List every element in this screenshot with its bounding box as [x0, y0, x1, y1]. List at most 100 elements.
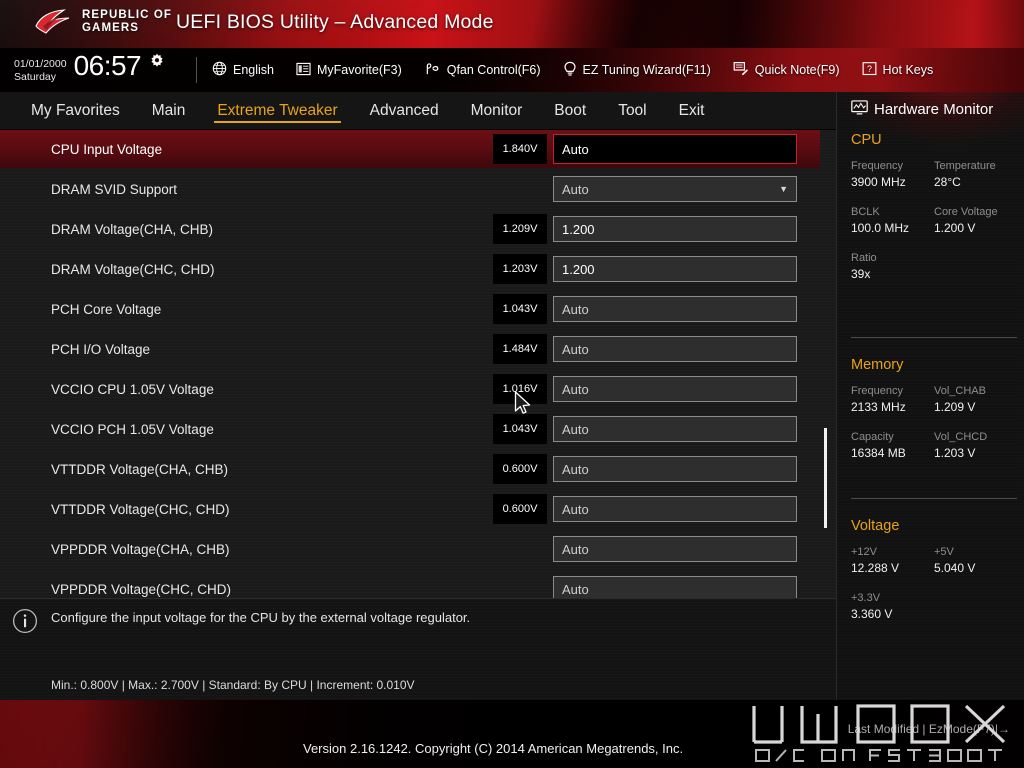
setting-value: Auto — [562, 301, 589, 317]
setting-input[interactable]: Auto — [553, 134, 797, 164]
help-description: Configure the input voltage for the CPU … — [51, 610, 471, 625]
toolbar-item-language[interactable]: English — [210, 58, 276, 82]
setting-row[interactable]: PCH Core Voltage 1.043V Auto — [0, 290, 820, 328]
setting-row[interactable]: PCH I/O Voltage 1.484V Auto — [0, 330, 820, 368]
hw-metric: Vol_CHAB 1.209 V — [934, 384, 1017, 416]
nav-tab-my-favorites[interactable]: My Favorites — [28, 100, 123, 123]
setting-label: VCCIO PCH 1.05V Voltage — [51, 421, 214, 437]
hw-metric-label: Core Voltage — [934, 206, 998, 218]
setting-row[interactable]: DRAM SVID Support Auto ▼ — [0, 170, 820, 208]
bios-screen: REPUBLIC OF GAMERS UEFI BIOS Utility – A… — [0, 0, 1024, 768]
monitor-icon — [851, 100, 868, 119]
help-range: Min.: 0.800V | Max.: 2.700V | Standard: … — [51, 678, 415, 692]
setting-input[interactable]: Auto — [553, 296, 797, 322]
nav-tab-main[interactable]: Main — [149, 100, 189, 123]
hw-metric: Temperature 28°C — [934, 159, 1017, 191]
setting-label: DRAM SVID Support — [51, 181, 178, 197]
nav-tab-boot[interactable]: Boot — [551, 100, 589, 123]
setting-input[interactable]: Auto — [553, 336, 797, 362]
setting-row[interactable]: DRAM Voltage(CHA, CHB) 1.209V 1.200 — [0, 210, 820, 248]
toolbar-separator — [196, 57, 197, 83]
hw-metric-label: Ratio — [851, 252, 877, 264]
setting-row[interactable]: VCCIO CPU 1.05V Voltage 1.016V Auto — [0, 370, 820, 408]
rog-logo: REPUBLIC OF GAMERS — [34, 8, 172, 36]
toolbar-item-label: Hot Keys — [882, 63, 934, 77]
setting-value: Auto — [562, 341, 589, 357]
setting-row[interactable]: CPU Input Voltage 1.840V Auto — [0, 130, 820, 168]
nav-tab-exit[interactable]: Exit — [676, 100, 708, 123]
hw-metric-value: 3.360 V — [851, 607, 893, 621]
toolbar-item-myfavorite[interactable]: MyFavorite(F3) — [294, 59, 404, 82]
setting-row[interactable]: VTTDDR Voltage(CHA, CHB) 0.600V Auto — [0, 450, 820, 488]
setting-value: 1.200 — [562, 261, 595, 277]
setting-value: 1.200 — [562, 221, 595, 237]
scrollbar-thumb[interactable] — [824, 428, 827, 528]
hw-section-cpu: CPU Frequency 3900 MHz Temperature 28°C BCLK 1… — [851, 132, 1017, 297]
rog-brand-line1: REPUBLIC OF — [82, 9, 173, 21]
hw-metric-value: 5.040 V — [934, 561, 976, 575]
page-title: UEFI BIOS Utility – Advanced Mode — [176, 11, 494, 33]
gear-icon[interactable] — [149, 53, 165, 74]
hw-section-voltage: Voltage +12V 12.288 V +5V 5.040 V +3.3V 3.360 … — [851, 518, 1017, 637]
setting-input[interactable]: Auto — [553, 376, 797, 402]
hw-section-title: Voltage — [851, 518, 900, 534]
setting-value: Auto — [562, 541, 589, 557]
setting-input[interactable]: Auto — [553, 416, 797, 442]
hw-metric-value: 3900 MHz — [851, 175, 906, 189]
setting-input[interactable]: Auto — [553, 536, 797, 562]
measured-voltage: 1.203V — [493, 254, 547, 284]
setting-input[interactable]: 1.200 — [553, 216, 797, 242]
setting-input[interactable]: Auto — [553, 496, 797, 522]
nav-tab-tool[interactable]: Tool — [615, 100, 649, 123]
hw-metric-value: 28°C — [934, 175, 961, 189]
measured-voltage: 1.840V — [493, 134, 547, 164]
nav-tab-advanced[interactable]: Advanced — [367, 100, 442, 123]
chevron-down-icon: ▼ — [779, 183, 788, 194]
setting-row[interactable]: VPPDDR Voltage(CHC, CHD) Auto — [0, 570, 820, 598]
globe-icon — [212, 61, 227, 79]
hw-metric: BCLK 100.0 MHz — [851, 205, 934, 237]
hw-metric-label: Vol_CHAB — [934, 385, 986, 397]
hw-metric-label: BCLK — [851, 206, 880, 218]
toolbar-item-label: EZ Tuning Wizard(F11) — [582, 63, 711, 77]
nav-tab-extreme-tweaker[interactable]: Extreme Tweaker — [214, 100, 341, 123]
setting-row[interactable]: DRAM Voltage(CHC, CHD) 1.203V 1.200 — [0, 250, 820, 288]
toolbar-item-ez-tuning-wizard[interactable]: EZ Tuning Wizard(F11) — [561, 58, 713, 83]
hw-divider — [851, 337, 1017, 338]
setting-input[interactable]: 1.200 — [553, 256, 797, 282]
hw-section-grid: Frequency 2133 MHz Vol_CHAB 1.209 V Capacity… — [851, 384, 1017, 476]
measured-voltage: 1.484V — [493, 334, 547, 364]
setting-value: Auto — [562, 181, 589, 197]
setting-input[interactable]: Auto — [553, 456, 797, 482]
toolbar-item-hot-keys[interactable]: ? Hot Keys — [860, 58, 936, 82]
clock-widget: 01/01/2000 Saturday 06:57 — [14, 51, 165, 84]
date-value: 01/01/2000 — [14, 58, 67, 70]
setting-row[interactable]: VCCIO PCH 1.05V Voltage 1.043V Auto — [0, 410, 820, 448]
nav-tab-monitor[interactable]: Monitor — [468, 100, 526, 123]
hw-metric-label: Frequency — [851, 160, 903, 172]
measured-voltage: 1.209V — [493, 214, 547, 244]
question-box-icon: ? — [862, 61, 877, 79]
hw-section-grid: +12V 12.288 V +5V 5.040 V +3.3V 3.360 V — [851, 545, 1017, 637]
hw-metric: Core Voltage 1.200 V — [934, 205, 1017, 237]
setting-value: Auto — [562, 581, 589, 597]
hw-metric-value: 100.0 MHz — [851, 221, 910, 235]
setting-input[interactable]: Auto — [553, 576, 797, 598]
toolbar-item-qfan-control[interactable]: Qfan Control(F6) — [422, 58, 543, 82]
setting-label: DRAM Voltage(CHC, CHD) — [51, 261, 215, 277]
hw-section-title: CPU — [851, 132, 882, 148]
hw-metric-label: Frequency — [851, 385, 903, 397]
setting-row[interactable]: VPPDDR Voltage(CHA, CHB) Auto — [0, 530, 820, 568]
setting-row[interactable]: VTTDDR Voltage(CHC, CHD) 0.600V Auto — [0, 490, 820, 528]
version-text: Version 2.16.1242. Copyright (C) 2014 Am… — [303, 741, 684, 756]
toolbar-item-quick-note[interactable]: Quick Note(F9) — [731, 58, 842, 82]
time-value: 06:57 — [73, 50, 142, 81]
date-display: 01/01/2000 Saturday — [14, 51, 67, 84]
settings-list: CPU Input Voltage 1.840V Auto DRAM SVID Sup… — [0, 130, 836, 598]
hw-metric-label: +5V — [934, 546, 954, 558]
rog-brand-line2: GAMERS — [82, 22, 140, 34]
info-icon — [12, 608, 38, 639]
header-banner: REPUBLIC OF GAMERS UEFI BIOS Utility – A… — [0, 0, 1024, 48]
setting-dropdown[interactable]: Auto ▼ — [553, 176, 797, 202]
footer-links[interactable]: Last Modified | EzMode(F7)|→ — [848, 722, 1010, 736]
